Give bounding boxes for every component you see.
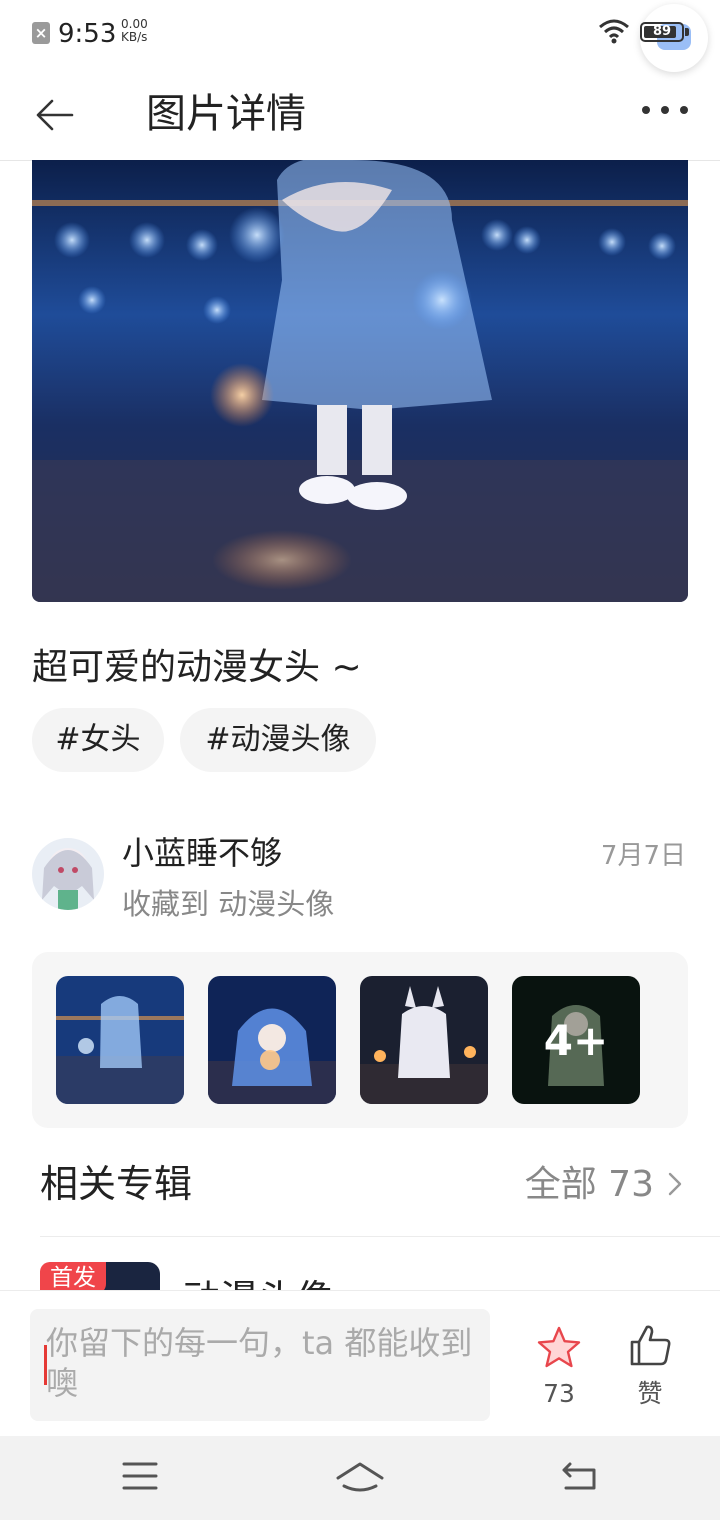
net-speed-unit: KB/s xyxy=(121,30,148,44)
status-time: 9:53 xyxy=(58,19,117,49)
comment-input[interactable]: 你留下的每一句，ta 都能收到噢 xyxy=(30,1309,490,1421)
notification-icon: × xyxy=(32,22,50,44)
collected-to-label[interactable]: 收藏到 动漫头像 xyxy=(122,882,334,926)
back-arrow-icon[interactable] xyxy=(34,94,76,136)
chevron-right-icon[interactable] xyxy=(664,1168,686,1200)
battery-cap xyxy=(685,28,689,36)
like-label: 赞 xyxy=(637,1379,663,1408)
author-avatar[interactable] xyxy=(32,838,104,910)
thumbnail-image[interactable] xyxy=(360,976,488,1104)
view-all-link[interactable]: 全部 73 xyxy=(470,1160,654,1210)
main-image[interactable] xyxy=(32,160,688,602)
more-images-count: 4+ xyxy=(512,976,640,1104)
net-speed: 0.00 KB/s xyxy=(121,18,161,44)
comment-bar: 你留下的每一句，ta 都能收到噢 73 赞 xyxy=(0,1290,720,1437)
battery-icon: 89 xyxy=(640,22,684,42)
divider xyxy=(40,1236,720,1237)
post-caption: 超可爱的动漫女头 ~ xyxy=(32,647,362,688)
favorite-star-icon[interactable] xyxy=(536,1325,582,1369)
back-icon[interactable] xyxy=(556,1456,604,1496)
author-name[interactable]: 小蓝睡不够 xyxy=(122,830,282,876)
app-header: 图片详情 xyxy=(0,70,720,161)
tag-chip[interactable]: #女头 xyxy=(32,708,164,772)
thumbs-up-icon[interactable] xyxy=(628,1323,672,1367)
post-date: 7月7日 xyxy=(600,841,686,871)
tag-chip[interactable]: #动漫头像 xyxy=(180,708,376,772)
more-options-icon[interactable] xyxy=(642,106,688,116)
comment-placeholder: 你留下的每一句，ta 都能收到噢 xyxy=(46,1324,473,1402)
wifi-icon xyxy=(599,19,629,44)
more-images-overlay[interactable]: 4+ xyxy=(512,976,640,1104)
page-title: 图片详情 xyxy=(146,91,306,137)
home-icon[interactable] xyxy=(334,1456,386,1496)
thumbnail-image[interactable] xyxy=(56,976,184,1104)
thumbnail-strip: 4+ xyxy=(32,952,688,1128)
status-bar: × 9:53 0.00 KB/s 89 xyxy=(0,0,720,72)
thumbnail-image[interactable] xyxy=(208,976,336,1104)
battery-level: 89 xyxy=(652,24,672,39)
favorite-count: 73 xyxy=(543,1379,575,1408)
menu-icon[interactable] xyxy=(116,1456,164,1496)
section-title: 相关专辑 xyxy=(40,1162,193,1206)
system-navigation-bar xyxy=(0,1436,720,1520)
